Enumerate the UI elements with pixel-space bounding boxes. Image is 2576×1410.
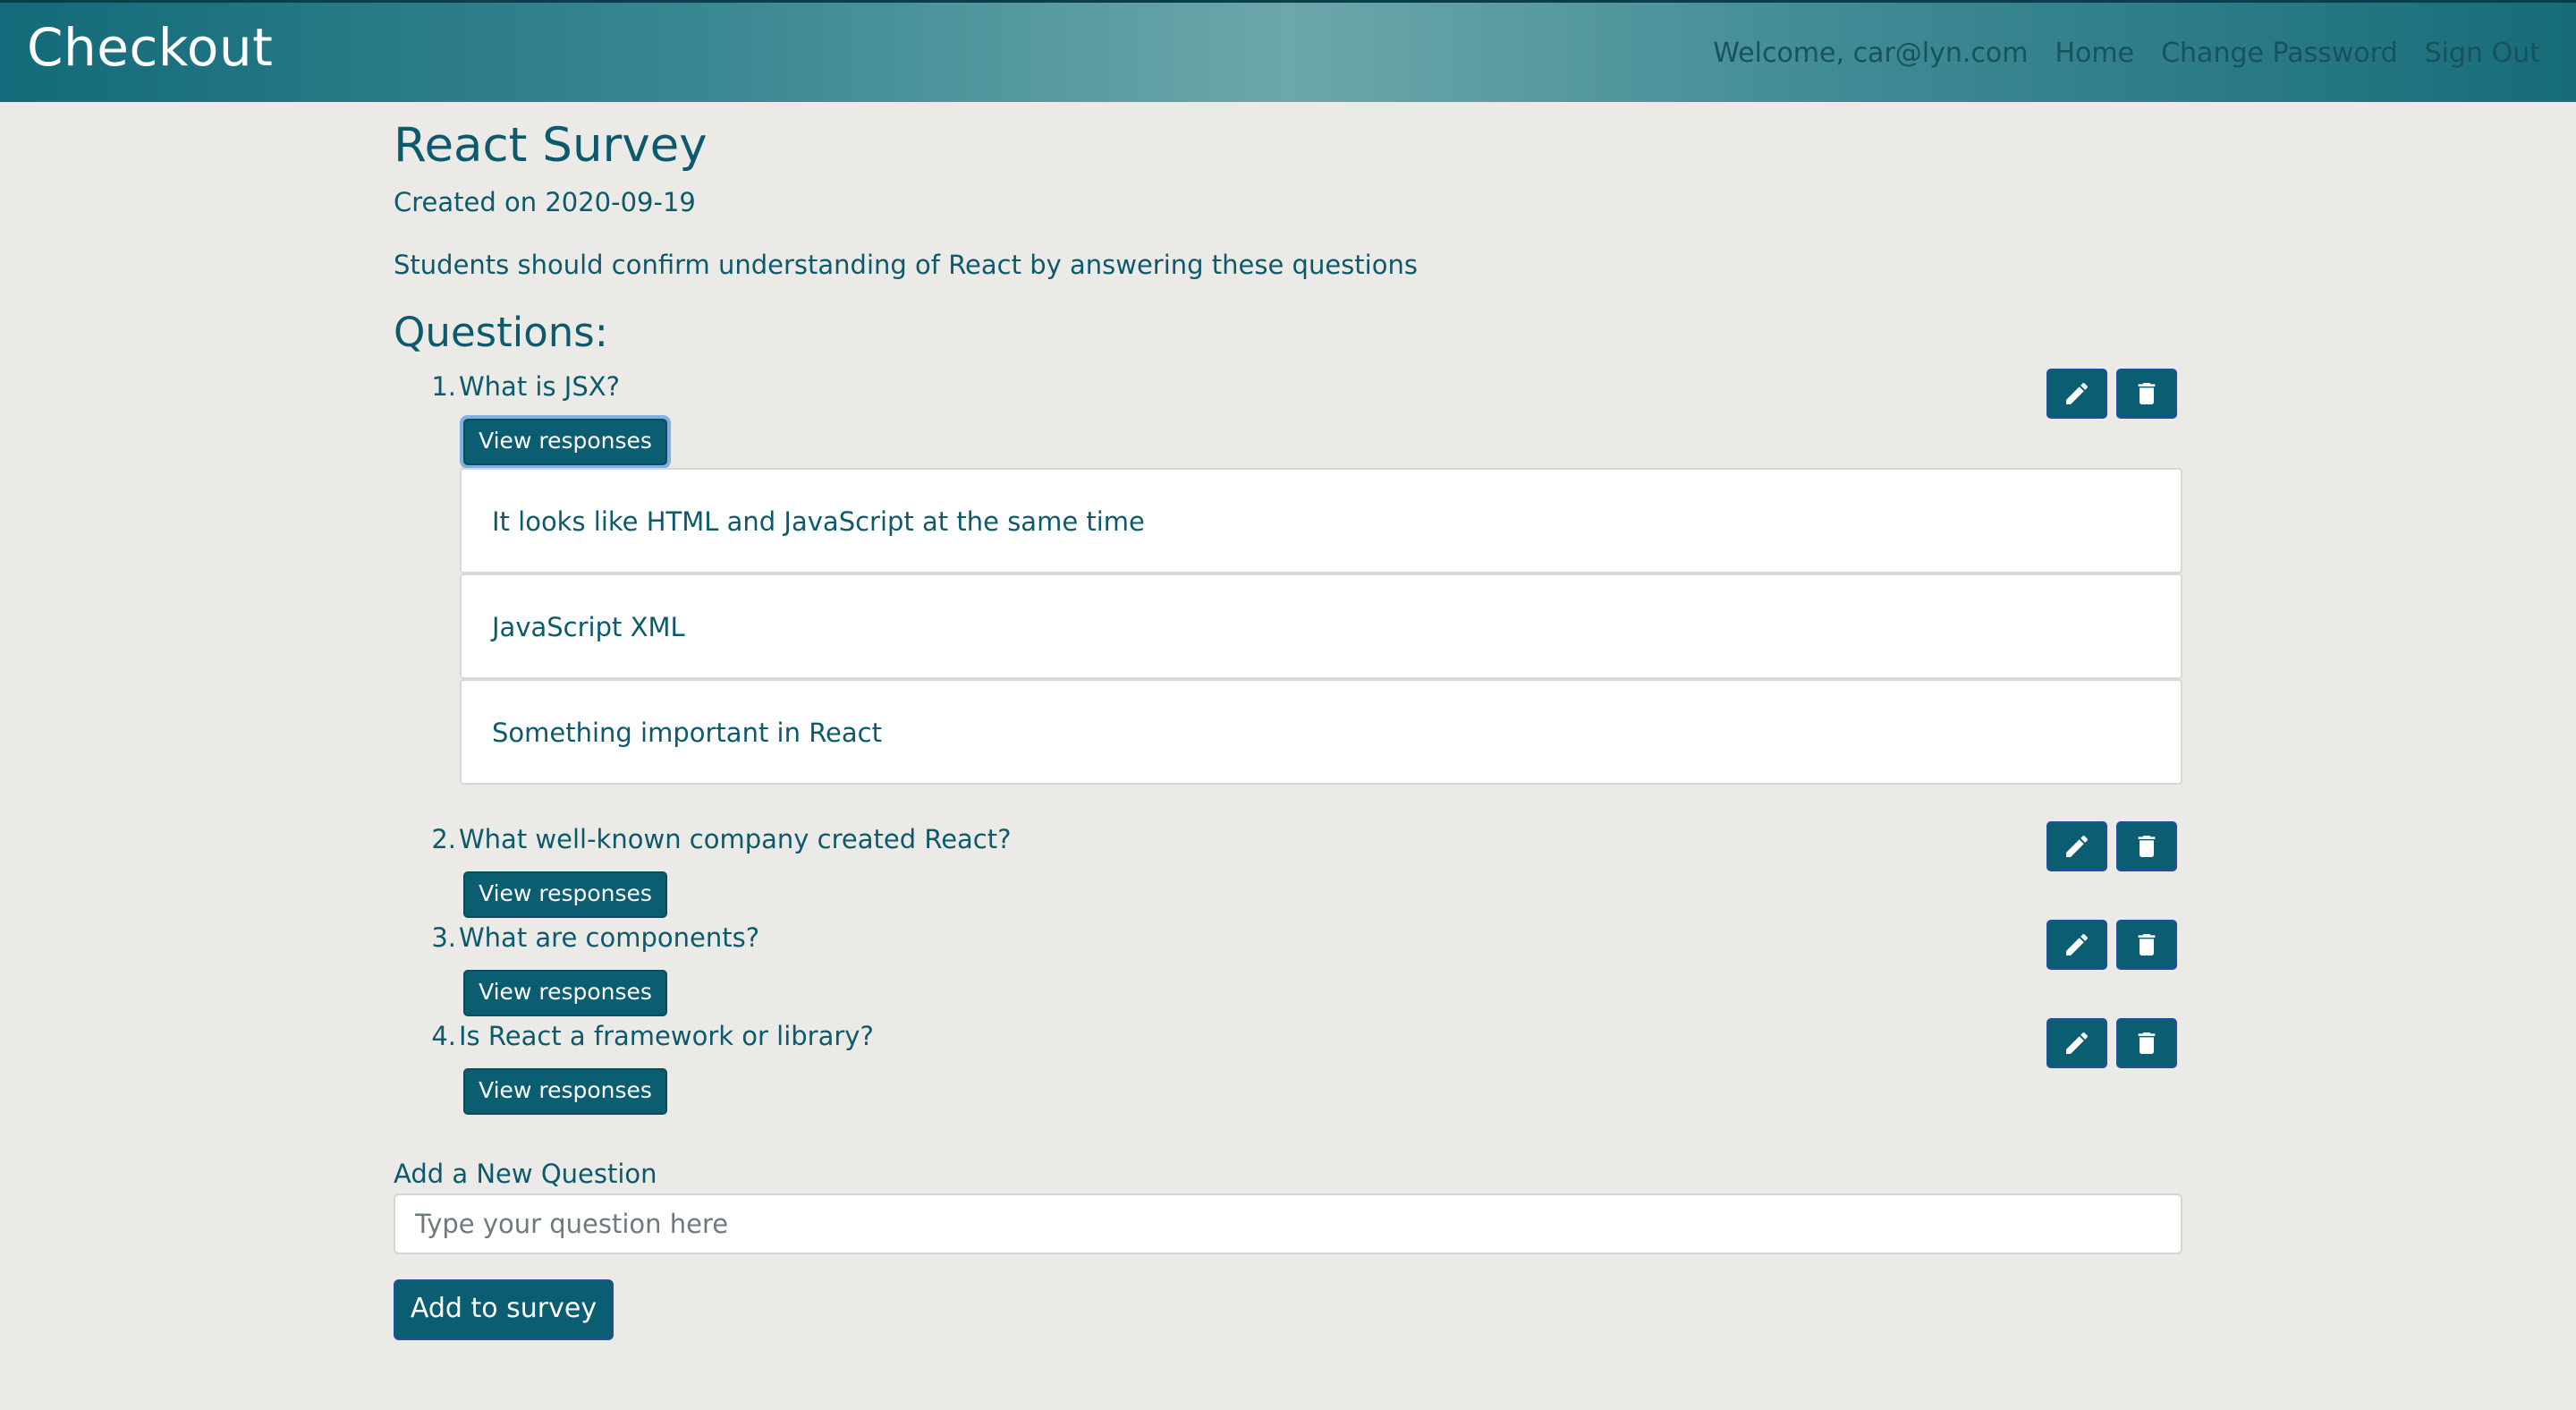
nav-sign-out-link[interactable]: Sign Out — [2425, 38, 2540, 69]
question-text: What are components? — [459, 922, 760, 953]
edit-question-button[interactable] — [2046, 1018, 2107, 1068]
question-text: What is JSX? — [459, 371, 621, 402]
delete-question-button[interactable] — [2116, 920, 2177, 970]
created-date: Created on 2020-09-19 — [394, 187, 696, 217]
edit-question-button[interactable] — [2046, 920, 2107, 970]
question-number: 1. — [431, 371, 456, 402]
response-text: It looks like HTML and JavaScript at the… — [492, 506, 1145, 537]
pencil-icon — [2066, 1032, 2089, 1054]
trash-icon — [2138, 383, 2156, 404]
nav-home-link[interactable]: Home — [2055, 38, 2135, 69]
question-number: 3. — [431, 922, 456, 953]
navbar: Checkout Welcome, car@lyn.com Home Chang… — [0, 0, 2576, 102]
view-responses-button[interactable]: View responses — [463, 1068, 667, 1115]
question-number: 4. — [431, 1021, 456, 1051]
add-to-survey-button[interactable]: Add to survey — [394, 1279, 614, 1340]
nav-links: Welcome, car@lyn.com Home Change Passwor… — [1713, 32, 2540, 73]
trash-icon — [2138, 836, 2156, 857]
question-number: 2. — [431, 824, 456, 854]
nav-change-password-link[interactable]: Change Password — [2161, 38, 2398, 69]
delete-question-button[interactable] — [2116, 1018, 2177, 1068]
response-item: JavaScript XML — [460, 573, 2182, 679]
delete-question-button[interactable] — [2116, 821, 2177, 871]
edit-question-button[interactable] — [2046, 821, 2107, 871]
delete-question-button[interactable] — [2116, 369, 2177, 419]
welcome-text: Welcome, car@lyn.com — [1713, 37, 2029, 69]
questions-heading: Questions: — [394, 309, 608, 356]
view-responses-button[interactable]: View responses — [463, 419, 667, 465]
response-list: It looks like HTML and JavaScript at the… — [460, 468, 2182, 785]
brand-logo[interactable]: Checkout — [27, 12, 273, 83]
response-item: Something important in React — [460, 679, 2182, 785]
trash-icon — [2138, 1032, 2156, 1054]
pencil-icon — [2066, 933, 2089, 956]
edit-question-button[interactable] — [2046, 369, 2107, 419]
view-responses-button[interactable]: View responses — [463, 871, 667, 918]
response-item: It looks like HTML and JavaScript at the… — [460, 468, 2182, 573]
add-question-label: Add a New Question — [394, 1159, 657, 1189]
page-title: React Survey — [394, 118, 708, 173]
response-text: JavaScript XML — [492, 612, 685, 642]
trash-icon — [2138, 934, 2156, 956]
new-question-input[interactable] — [394, 1193, 2182, 1254]
survey-description: Students should confirm understanding of… — [394, 250, 1418, 280]
pencil-icon — [2066, 835, 2089, 857]
view-responses-button[interactable]: View responses — [463, 970, 667, 1016]
question-text: Is React a framework or library? — [459, 1021, 874, 1051]
pencil-icon — [2066, 382, 2089, 404]
response-text: Something important in React — [492, 718, 882, 748]
question-text: What well-known company created React? — [459, 824, 1012, 854]
